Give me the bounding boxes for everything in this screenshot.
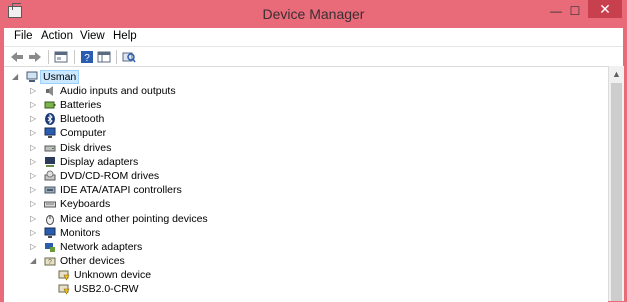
computer-icon	[26, 71, 38, 82]
tree-item-label: Other devices	[60, 255, 125, 267]
expand-chevron-icon[interactable]: ▷	[30, 126, 38, 140]
tree-item-label: Computer	[60, 127, 107, 139]
bluetooth-icon	[45, 113, 55, 125]
expand-chevron-icon[interactable]: ▷	[30, 84, 38, 98]
collapse-chevron-icon[interactable]: ◢	[30, 254, 38, 268]
tree-item-label: USB2.0-CRW	[74, 283, 139, 295]
menu-file[interactable]: File	[14, 30, 33, 42]
minimize-button[interactable]: —	[548, 4, 564, 18]
properties-icon[interactable]	[54, 50, 68, 64]
speaker-icon	[46, 86, 53, 96]
tree-item-label: Display adapters	[60, 156, 139, 168]
battery-icon	[44, 101, 56, 109]
unknown-device-icon: ?	[44, 257, 56, 266]
help-icon[interactable]: ?	[80, 50, 94, 64]
tree-item-label: Disk drives	[60, 142, 112, 154]
tree-item-label: Audio inputs and outputs	[60, 85, 176, 97]
console-tree-icon[interactable]	[97, 50, 111, 64]
tree-item-label: Monitors	[60, 227, 101, 239]
expand-chevron-icon[interactable]: ▷	[30, 240, 38, 254]
tree-item-label: IDE ATA/ATAPI controllers	[60, 184, 182, 196]
vertical-scrollbar[interactable]: ▲	[608, 66, 624, 301]
tree-item-label: Mice and other pointing devices	[60, 213, 208, 225]
scan-hardware-icon[interactable]	[122, 50, 136, 64]
toolbar: ?	[4, 46, 623, 67]
menu-action[interactable]: Action	[41, 30, 73, 42]
expand-chevron-icon[interactable]: ▷	[30, 169, 38, 183]
display-adapter-icon	[45, 157, 55, 167]
toolbar-separator	[48, 50, 49, 64]
collapse-root-chevron-icon[interactable]: ◢	[12, 70, 20, 84]
svg-text:?: ?	[84, 53, 90, 64]
disk-drive-icon	[44, 145, 56, 152]
expand-chevron-icon[interactable]: ▷	[30, 226, 38, 240]
menu-bar: File Action View Help	[4, 28, 623, 46]
expand-chevron-icon[interactable]: ▷	[30, 212, 38, 226]
expand-chevron-icon[interactable]: ▷	[30, 183, 38, 197]
expand-chevron-icon[interactable]: ▷	[30, 112, 38, 126]
expand-chevron-icon[interactable]: ▷	[30, 197, 38, 211]
title-bar[interactable]: Device Manager — ☐ ✕	[0, 0, 627, 28]
toolbar-separator	[116, 50, 117, 64]
close-button[interactable]: ✕	[588, 0, 622, 18]
menu-view[interactable]: View	[80, 30, 105, 42]
tree-item-label: Keyboards	[60, 198, 111, 210]
mouse-icon	[46, 215, 54, 225]
maximize-button[interactable]: ☐	[567, 4, 583, 18]
expand-chevron-icon[interactable]: ▷	[30, 155, 38, 169]
svg-text:?: ?	[48, 259, 52, 266]
network-adapter-icon	[45, 243, 55, 252]
monitor-icon	[44, 127, 56, 138]
forward-icon[interactable]	[28, 50, 42, 64]
ide-controller-icon	[44, 186, 56, 194]
scroll-thumb[interactable]	[611, 83, 622, 301]
device-manager-window: Device Manager — ☐ ✕ File Action View He…	[0, 0, 627, 302]
tree-item-label: Batteries	[60, 99, 102, 111]
menu-help[interactable]: Help	[113, 30, 137, 42]
dvd-drive-icon	[44, 170, 56, 181]
expand-chevron-icon[interactable]: ▷	[30, 98, 38, 112]
warning-device-icon	[58, 270, 70, 281]
keyboard-icon	[44, 201, 56, 208]
scroll-up-arrow-icon[interactable]: ▲	[609, 68, 624, 80]
tree-item-label: DVD/CD-ROM drives	[60, 170, 160, 182]
tree-item-label: Unknown device	[74, 269, 152, 281]
toolbar-separator	[74, 50, 75, 64]
warning-device-icon	[58, 284, 70, 295]
expand-chevron-icon[interactable]: ▷	[30, 141, 38, 155]
tree-item-label: Bluetooth	[60, 113, 105, 125]
tree-root-label: Usman	[40, 70, 80, 84]
monitor-icon	[44, 227, 56, 238]
device-tree[interactable]: ◢ Usman ▷ Audio inputs and outputs ▷ Bat…	[4, 66, 608, 302]
window-title: Device Manager	[262, 6, 365, 22]
tree-item-label: Network adapters	[60, 241, 143, 253]
back-icon[interactable]	[10, 50, 24, 64]
